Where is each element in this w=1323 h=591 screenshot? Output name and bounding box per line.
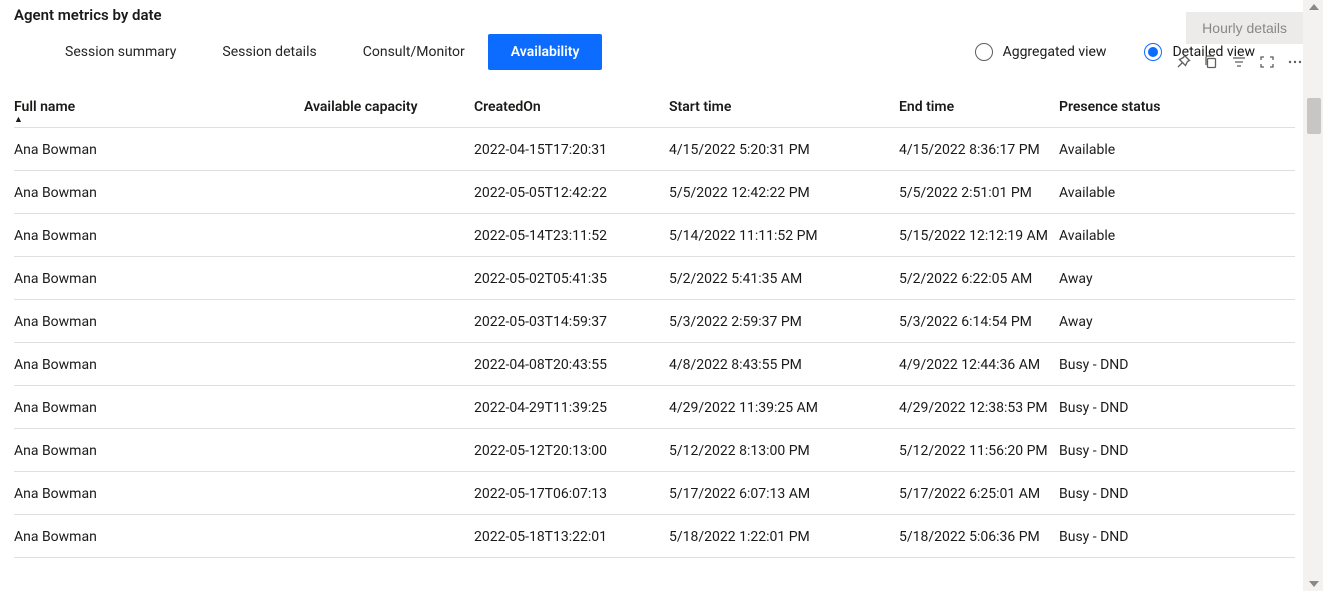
table-row[interactable]: Ana Bowman 2022-05-12T20:13:005/12/2022 8…: [14, 429, 1295, 472]
hourly-details-button[interactable]: Hourly details: [1186, 12, 1303, 44]
table-row[interactable]: Ana Bowman 2022-05-14T23:11:525/14/2022 1…: [14, 214, 1295, 257]
cell-available-capacity: [304, 269, 474, 287]
cell-presence-status: Busy - DND: [1059, 347, 1209, 381]
tab-session-details[interactable]: Session details: [199, 34, 339, 70]
copy-icon[interactable]: [1203, 54, 1219, 70]
column-header-end-time[interactable]: End time: [899, 89, 1059, 123]
table-row[interactable]: Ana Bowman 2022-05-05T12:42:225/5/2022 12…: [14, 171, 1295, 214]
cell-available-capacity: [304, 312, 474, 330]
cell-end-time: 5/18/2022 5:06:36 PM: [899, 519, 1059, 553]
column-header-presence-status[interactable]: Presence status: [1059, 89, 1209, 123]
cell-created-on: 2022-05-02T05:41:35: [474, 261, 669, 295]
cell-created-on: 2022-05-12T20:13:00: [474, 433, 669, 467]
table-row[interactable]: Ana Bowman 2022-05-18T13:22:015/18/2022 1…: [14, 515, 1295, 558]
cell-created-on: 2022-05-14T23:11:52: [474, 218, 669, 252]
cell-presence-status: Busy - DND: [1059, 476, 1209, 510]
cell-presence-status: Available: [1059, 132, 1209, 166]
cell-start-time: 4/29/2022 11:39:25 AM: [669, 390, 899, 424]
cell-end-time: 5/5/2022 2:51:01 PM: [899, 175, 1059, 209]
page-title: Agent metrics by date: [14, 6, 1295, 24]
cell-full-name: Ana Bowman: [14, 132, 304, 166]
cell-end-time: 4/29/2022 12:38:53 PM: [899, 390, 1059, 424]
cell-start-time: 5/14/2022 11:11:52 PM: [669, 218, 899, 252]
aggregated-view-radio[interactable]: Aggregated view: [975, 43, 1107, 61]
scrollbar-thumb[interactable]: [1307, 98, 1321, 134]
cell-start-time: 4/15/2022 5:20:31 PM: [669, 132, 899, 166]
visual-toolbar: [1175, 54, 1303, 70]
table-row[interactable]: Ana Bowman 2022-04-15T17:20:314/15/2022 5…: [14, 128, 1295, 171]
cell-created-on: 2022-04-08T20:43:55: [474, 347, 669, 381]
cell-created-on: 2022-05-05T12:42:22: [474, 175, 669, 209]
tab-availability[interactable]: Availability: [488, 34, 603, 70]
cell-end-time: 5/12/2022 11:56:20 PM: [899, 433, 1059, 467]
cell-presence-status: Available: [1059, 175, 1209, 209]
cell-end-time: 5/2/2022 6:22:05 AM: [899, 261, 1059, 295]
cell-presence-status: Busy - DND: [1059, 519, 1209, 553]
cell-full-name: Ana Bowman: [14, 218, 304, 252]
cell-start-time: 5/12/2022 8:13:00 PM: [669, 433, 899, 467]
more-options-icon[interactable]: [1287, 54, 1303, 70]
cell-available-capacity: [304, 484, 474, 502]
tab-consult-monitor[interactable]: Consult/Monitor: [340, 34, 488, 70]
radio-circle-icon: [975, 43, 993, 61]
cell-presence-status: Available: [1059, 218, 1209, 252]
cell-full-name: Ana Bowman: [14, 433, 304, 467]
table-row[interactable]: Ana Bowman2022-04-29T11:39:254/29/2022 1…: [14, 386, 1295, 429]
cell-end-time: 4/9/2022 12:44:36 AM: [899, 347, 1059, 381]
cell-full-name: Ana Bowman: [14, 261, 304, 295]
cell-start-time: 5/18/2022 1:22:01 PM: [669, 519, 899, 553]
cell-available-capacity: [304, 226, 474, 244]
cell-start-time: 5/2/2022 5:41:35 AM: [669, 261, 899, 295]
cell-end-time: 5/17/2022 6:25:01 AM: [899, 476, 1059, 510]
cell-available-capacity: [304, 398, 474, 416]
cell-created-on: 2022-05-18T13:22:01: [474, 519, 669, 553]
cell-end-time: 4/15/2022 8:36:17 PM: [899, 132, 1059, 166]
cell-end-time: 5/3/2022 6:14:54 PM: [899, 304, 1059, 338]
sort-ascending-icon: ▲: [14, 114, 23, 123]
cell-available-capacity: [304, 527, 474, 545]
cell-available-capacity: [304, 355, 474, 373]
cell-created-on: 2022-05-17T06:07:13: [474, 476, 669, 510]
cell-full-name: Ana Bowman: [14, 175, 304, 209]
column-header-created-on[interactable]: CreatedOn: [474, 89, 669, 123]
column-header-full-name[interactable]: Full name▲: [14, 89, 304, 123]
cell-available-capacity: [304, 183, 474, 201]
cell-created-on: 2022-04-15T17:20:31: [474, 132, 669, 166]
table-row[interactable]: Ana Bowman 2022-05-02T05:41:355/2/2022 5:…: [14, 257, 1295, 300]
cell-presence-status: Away: [1059, 261, 1209, 295]
scrollbar-track[interactable]: [1307, 18, 1321, 573]
aggregated-view-label: Aggregated view: [1003, 44, 1107, 60]
cell-created-on: 2022-05-03T14:59:37: [474, 304, 669, 338]
scroll-down-icon[interactable]: [1309, 581, 1319, 587]
cell-available-capacity: [304, 140, 474, 158]
column-header-available-capacity[interactable]: Available capacity: [304, 89, 474, 123]
radio-circle-icon: [1144, 43, 1162, 61]
cell-available-capacity: [304, 441, 474, 459]
tab-session-summary[interactable]: Session summary: [42, 34, 199, 70]
cell-created-on: 2022-04-29T11:39:25: [474, 390, 669, 424]
column-header-start-time[interactable]: Start time: [669, 89, 899, 123]
table-row[interactable]: Ana Bowman 2022-05-03T14:59:375/3/2022 2:…: [14, 300, 1295, 343]
cell-end-time: 5/15/2022 12:12:19 AM: [899, 218, 1059, 252]
table-row[interactable]: Ana Bowman2022-05-17T06:07:135/17/2022 6…: [14, 472, 1295, 515]
cell-start-time: 5/3/2022 2:59:37 PM: [669, 304, 899, 338]
cell-full-name: Ana Bowman: [14, 304, 304, 338]
cell-full-name: Ana Bowman: [14, 476, 304, 510]
cell-start-time: 5/5/2022 12:42:22 PM: [669, 175, 899, 209]
filter-icon[interactable]: [1231, 54, 1247, 70]
cell-start-time: 5/17/2022 6:07:13 AM: [669, 476, 899, 510]
pin-icon[interactable]: [1175, 54, 1191, 70]
cell-full-name: Ana Bowman: [14, 347, 304, 381]
cell-full-name: Ana Bowman: [14, 519, 304, 553]
cell-presence-status: Busy - DND: [1059, 433, 1209, 467]
table-row[interactable]: Ana Bowman 2022-04-08T20:43:554/8/2022 8:…: [14, 343, 1295, 386]
cell-start-time: 4/8/2022 8:43:55 PM: [669, 347, 899, 381]
cell-full-name: Ana Bowman: [14, 390, 304, 424]
focus-mode-icon[interactable]: [1259, 54, 1275, 70]
cell-presence-status: Away: [1059, 304, 1209, 338]
scroll-up-icon[interactable]: [1309, 4, 1319, 10]
cell-presence-status: Busy - DND: [1059, 390, 1209, 424]
